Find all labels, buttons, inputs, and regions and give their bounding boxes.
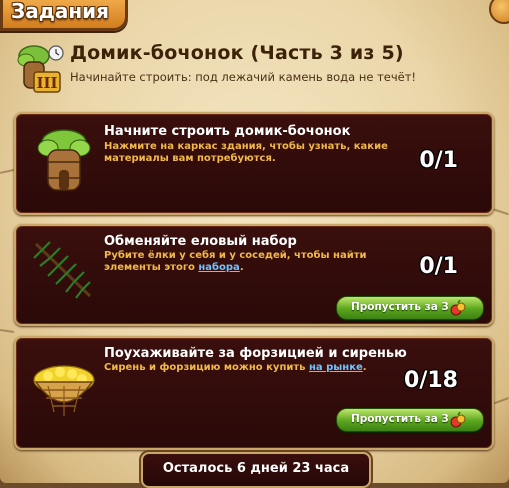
task-description: Нажмите на каркас здания, чтобы узнать, … xyxy=(104,141,388,164)
task-progress: 0/1 xyxy=(419,148,458,173)
parchment-crack xyxy=(0,329,15,333)
quest-stage-icon: III xyxy=(17,45,64,93)
task-title: Обменяйте еловый набор xyxy=(104,234,297,249)
quest-title: Домик-бочонок (Часть 3 из 5) xyxy=(70,42,404,64)
task-description: Сирень и форзицию можно купить на рынке. xyxy=(104,362,367,373)
skip-button[interactable]: Пропустить за 3 xyxy=(336,408,484,432)
set-link[interactable]: набора xyxy=(198,262,239,273)
quest-stage-badge: III xyxy=(36,74,57,92)
task-progress: 0/1 xyxy=(419,254,458,279)
market-link[interactable]: на рынке xyxy=(309,362,363,373)
window-tab-label: Задания xyxy=(11,0,110,23)
flower-basket-icon xyxy=(33,365,95,416)
fruit-currency-icon xyxy=(450,411,466,428)
spruce-branch-icon xyxy=(33,241,92,299)
parchment-crack xyxy=(492,397,509,405)
task-card: Поухаживайте за форзицией и сиренью Сире… xyxy=(14,336,494,450)
task-title: Начните строить домик-бочонок xyxy=(104,124,351,139)
skip-button-label: Пропустить за 3 xyxy=(351,301,449,313)
task-progress: 0/18 xyxy=(404,368,458,393)
task-card: Обменяйте еловый набор Рубите ёлки у себ… xyxy=(14,224,494,326)
barrel-house-icon xyxy=(37,129,91,191)
time-remaining-label: Осталось 6 дней 23 часа xyxy=(162,461,350,476)
task-title: Поухаживайте за форзицией и сиренью xyxy=(104,346,407,361)
quest-subtitle: Начинайте строить: под лежачий камень во… xyxy=(70,70,417,84)
skip-button-label: Пропустить за 3 xyxy=(351,413,449,425)
skip-button[interactable]: Пропустить за 3 xyxy=(336,296,484,320)
task-description: Рубите ёлки у себя и у соседей, чтобы на… xyxy=(104,250,367,273)
window-tab: Задания xyxy=(0,0,128,31)
fruit-currency-icon xyxy=(450,299,466,316)
task-card: Начните строить домик-бочонок Нажмите на… xyxy=(14,112,494,215)
